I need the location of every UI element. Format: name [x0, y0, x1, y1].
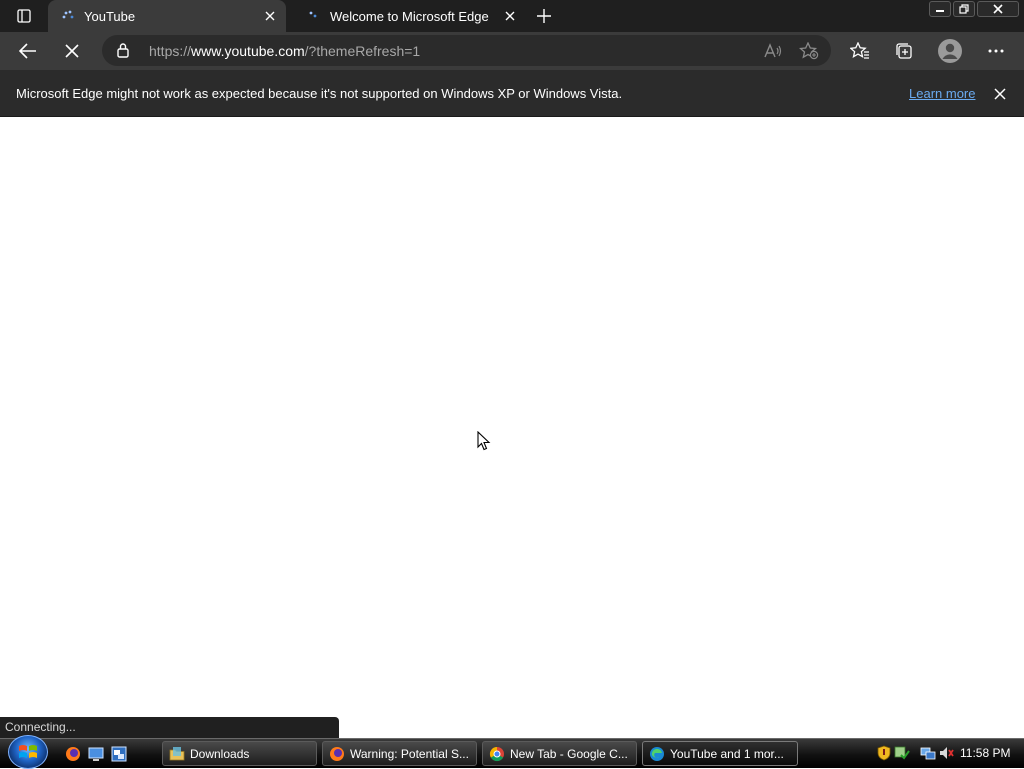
toolbar: https://www.youtube.com/?themeRefresh=1 [0, 32, 1024, 70]
status-bubble: Connecting... [0, 717, 339, 738]
tray-defender-icon[interactable] [894, 745, 910, 761]
lock-icon[interactable] [116, 42, 130, 58]
unsupported-os-infobar: Microsoft Edge might not work as expecte… [0, 70, 1024, 117]
loading-spinner-icon [62, 10, 74, 19]
show-desktop-icon [88, 747, 104, 761]
mouse-cursor-icon [477, 431, 491, 451]
network-icon [920, 747, 936, 760]
window-close-button[interactable] [977, 1, 1019, 17]
folder-icon [169, 746, 185, 760]
quicklaunch-show-desktop[interactable] [87, 745, 105, 763]
minimize-icon [936, 10, 944, 12]
tray-network-icon[interactable] [920, 745, 936, 761]
url-scheme: https:// [149, 43, 192, 59]
taskbar: Downloads Warning: Potential S... New Ta… [0, 735, 1024, 769]
restore-icon [959, 4, 969, 14]
url-host: www.youtube.com [191, 43, 305, 59]
infobar-close-button[interactable] [990, 84, 1010, 104]
learn-more-link[interactable]: Learn more [909, 86, 975, 101]
taskbar-label: YouTube and 1 mor... [670, 746, 784, 761]
url-path: /?themeRefresh=1 [304, 43, 421, 59]
volume-muted-icon [940, 747, 954, 759]
collections-icon [896, 43, 912, 59]
profile-button[interactable] [934, 35, 966, 67]
more-dots-icon [988, 49, 1004, 53]
close-icon [993, 4, 1003, 14]
collections-button[interactable] [888, 35, 920, 67]
close-icon [994, 88, 1006, 100]
minimize-button[interactable] [929, 1, 951, 17]
taskbar-edge-window[interactable]: YouTube and 1 mor... [642, 741, 798, 766]
tab-strip: YouTube Welcome to Microsoft Edge [0, 0, 1024, 32]
read-aloud-icon [764, 43, 782, 58]
close-icon [505, 11, 515, 21]
edge-icon [650, 746, 664, 761]
defender-check-icon [894, 746, 910, 760]
switch-windows-icon [111, 746, 127, 762]
start-button[interactable] [8, 735, 48, 769]
tab-title: Welcome to Microsoft Edge [330, 8, 489, 24]
star-add-icon [799, 42, 819, 60]
taskbar-clock[interactable]: 11:58 PM [960, 746, 1010, 760]
shield-icon [877, 745, 891, 761]
add-favorite-button[interactable] [799, 41, 819, 61]
back-button[interactable] [12, 35, 44, 67]
close-icon [265, 11, 275, 21]
taskbar-label: New Tab - Google C... [510, 746, 628, 761]
chrome-icon [489, 746, 504, 761]
page-content[interactable] [0, 117, 1024, 738]
tab-actions-icon [17, 9, 31, 23]
firefox-icon [66, 747, 80, 761]
windows-logo-icon [19, 745, 37, 758]
settings-more-button[interactable] [980, 35, 1012, 67]
address-bar[interactable]: https://www.youtube.com/?themeRefresh=1 [102, 35, 831, 66]
plus-icon [537, 9, 551, 23]
quicklaunch-firefox[interactable] [64, 745, 82, 763]
tab-title: YouTube [84, 8, 136, 24]
taskbar-firefox-window[interactable]: Warning: Potential S... [322, 741, 477, 766]
restore-button[interactable] [953, 1, 975, 17]
taskbar-downloads[interactable]: Downloads [162, 741, 317, 766]
tab-close-button[interactable] [502, 8, 518, 24]
new-tab-button[interactable] [532, 4, 556, 28]
infobar-message: Microsoft Edge might not work as expecte… [16, 86, 623, 101]
tab-actions-button[interactable] [8, 6, 40, 26]
stop-loading-button[interactable] [56, 35, 88, 67]
tray-security-icon[interactable] [876, 745, 892, 761]
close-icon [65, 44, 79, 58]
loading-spinner-icon [309, 11, 317, 18]
tab-youtube[interactable]: YouTube [48, 0, 286, 32]
back-arrow-icon [19, 43, 36, 59]
tray-volume-icon[interactable] [938, 745, 954, 761]
tab-close-button[interactable] [262, 8, 278, 24]
quicklaunch-switch-windows[interactable] [110, 745, 128, 763]
taskbar-chrome-window[interactable]: New Tab - Google C... [482, 741, 637, 766]
read-aloud-button[interactable] [763, 41, 783, 61]
favorites-button[interactable] [844, 35, 876, 67]
avatar-icon [938, 39, 962, 63]
favorites-icon [850, 42, 869, 59]
taskbar-label: Downloads [190, 746, 250, 761]
taskbar-label: Warning: Potential S... [350, 746, 469, 761]
url-text[interactable]: https://www.youtube.com/?themeRefresh=1 [149, 43, 420, 59]
tab-welcome-edge[interactable]: Welcome to Microsoft Edge [294, 0, 526, 32]
firefox-icon [330, 746, 344, 761]
